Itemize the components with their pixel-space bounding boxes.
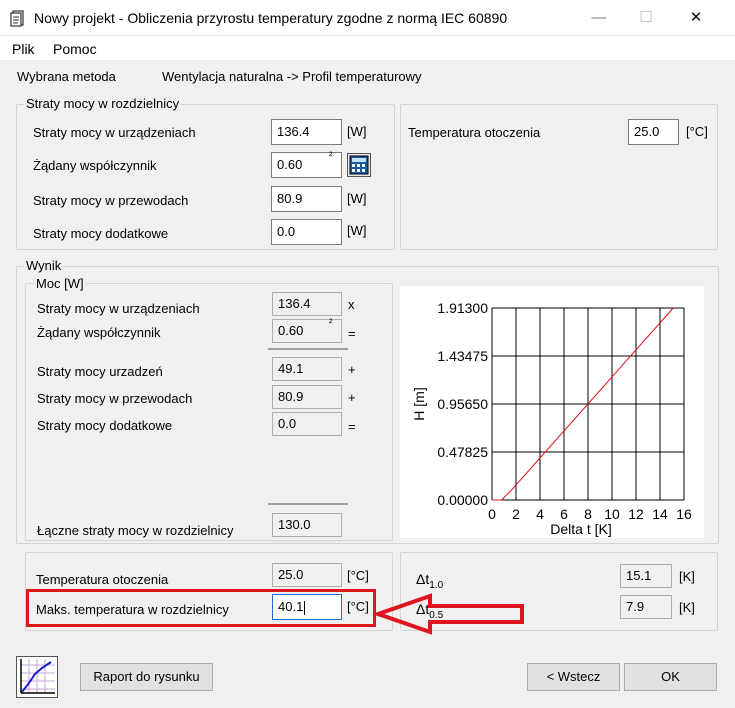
calculator-icon	[349, 155, 369, 175]
x-tick-label: 4	[536, 506, 544, 522]
y-tick-label: 0.47825	[437, 444, 488, 460]
x-tick-label: 8	[584, 506, 592, 522]
ambient-input[interactable]: 25.0	[628, 119, 679, 145]
factor-label: Żądany współczynnik	[33, 158, 157, 173]
y-tick-label: 1.91300	[437, 300, 488, 316]
wires-loss-unit: [W]	[347, 191, 367, 206]
menu-file[interactable]: Plik	[12, 41, 35, 57]
delta-1-value: 15.1	[620, 564, 672, 588]
device-loss-label: Straty mocy w urządzeniach	[33, 125, 196, 140]
result-device-label: Straty mocy w urządzeniach	[37, 301, 200, 316]
chart-icon	[20, 659, 55, 694]
result-factor-value: 0.60	[278, 323, 304, 338]
ambient-unit: [°C]	[686, 124, 708, 139]
temperature-profile-chart: 0 2 4 6 8 10 12 14 16 0.00000 0.47825 0.95650 1.4347…	[411, 300, 692, 537]
x-tick-label: 6	[560, 506, 568, 522]
extra-loss-label: Straty mocy dodatkowe	[33, 226, 169, 241]
result-wires-value: 80.9	[272, 385, 342, 409]
op-equals-2: =	[348, 419, 356, 434]
window-title: Nowy projekt - Obliczenia przyrostu temp…	[34, 10, 508, 26]
report-button[interactable]: Raport do rysunku	[80, 663, 213, 691]
menu-help[interactable]: Pomoc	[53, 41, 97, 57]
x-axis-label: Delta t [K]	[550, 521, 611, 537]
chart-area: 0 2 4 6 8 10 12 14 16 0.00000 0.47825 0.95650 1.4347…	[400, 286, 704, 538]
delta-05-value: 7.9	[620, 595, 672, 619]
method-label: Wybrana metoda	[17, 69, 116, 84]
op-plus-2: +	[348, 390, 356, 405]
temps-ambient-label: Temperatura otoczenia	[36, 572, 169, 587]
total-label: Łączne straty mocy w rozdzielnicy	[37, 523, 234, 538]
factor-exponent: ²	[329, 151, 333, 162]
delta-1-unit: [K]	[679, 569, 695, 584]
wires-loss-label: Straty mocy w przewodach	[33, 193, 189, 208]
losses-caption: Straty mocy w rozdzielnicy	[24, 96, 182, 111]
calculator-button[interactable]	[347, 153, 371, 177]
y-tick-label: 0.95650	[437, 396, 488, 412]
ambient-label: Temperatura otoczenia	[408, 125, 541, 140]
ok-button[interactable]: OK	[624, 663, 717, 691]
extra-loss-unit: [W]	[347, 223, 367, 238]
document-icon	[10, 10, 24, 27]
result-device-value: 136.4	[272, 292, 342, 316]
separator-line	[268, 348, 348, 350]
delta-1-label: Δt1.0	[416, 571, 443, 591]
x-tick-label: 14	[652, 506, 668, 522]
device-loss-input[interactable]: 136.4	[271, 119, 342, 145]
x-tick-label: 16	[676, 506, 692, 522]
result-devloss-label: Straty mocy urzadzeń	[37, 364, 163, 379]
y-tick-label: 1.43475	[437, 348, 488, 364]
extra-loss-input[interactable]: 0.0	[271, 219, 342, 245]
title-bar: Nowy projekt - Obliczenia przyrostu temp…	[0, 0, 735, 36]
result-extra-label: Straty mocy dodatkowe	[37, 418, 173, 433]
method-value: Wentylacja naturalna -> Profil temperatu…	[162, 69, 422, 84]
temps-ambient-value: 25.0	[272, 563, 342, 587]
minimize-button[interactable]: —	[585, 6, 613, 30]
result-devloss-value: 49.1	[272, 357, 342, 381]
delta-1-sub: 1.0	[429, 579, 444, 591]
result-wires-label: Straty mocy w przewodach	[37, 391, 193, 406]
highlight-frame	[26, 589, 376, 627]
result-extra-value: 0.0	[272, 412, 342, 436]
result-caption: Wynik	[24, 258, 64, 273]
x-tick-label: 2	[512, 506, 520, 522]
x-tick-label: 10	[604, 506, 620, 522]
chart-button[interactable]	[16, 656, 58, 698]
y-tick-label: 0.00000	[437, 492, 488, 508]
x-tick-label: 12	[628, 506, 644, 522]
op-equals-1: =	[348, 326, 356, 341]
result-factor-exponent: ²	[329, 318, 333, 329]
total-separator	[268, 503, 348, 505]
wires-loss-input[interactable]: 80.9	[271, 186, 342, 212]
x-tick-label: 0	[488, 506, 496, 522]
maximize-button[interactable]: ☐	[632, 6, 660, 30]
device-loss-unit: [W]	[347, 124, 367, 139]
back-button[interactable]: < Wstecz	[527, 663, 620, 691]
y-axis-label: H [m]	[411, 387, 427, 420]
highlight-arrow	[372, 593, 524, 635]
result-factor-label: Żądany współczynnik	[37, 325, 161, 340]
temps-ambient-unit: [°C]	[347, 568, 369, 583]
close-button[interactable]: ✕	[682, 6, 710, 30]
delta-1-main: Δt	[416, 571, 430, 587]
total-value: 130.0	[272, 513, 342, 537]
power-caption: Moc [W]	[34, 276, 86, 291]
delta-05-unit: [K]	[679, 600, 695, 615]
op-plus-1: +	[348, 362, 356, 377]
factor-value: 0.60	[277, 157, 303, 172]
op-multiply: x	[348, 297, 355, 312]
